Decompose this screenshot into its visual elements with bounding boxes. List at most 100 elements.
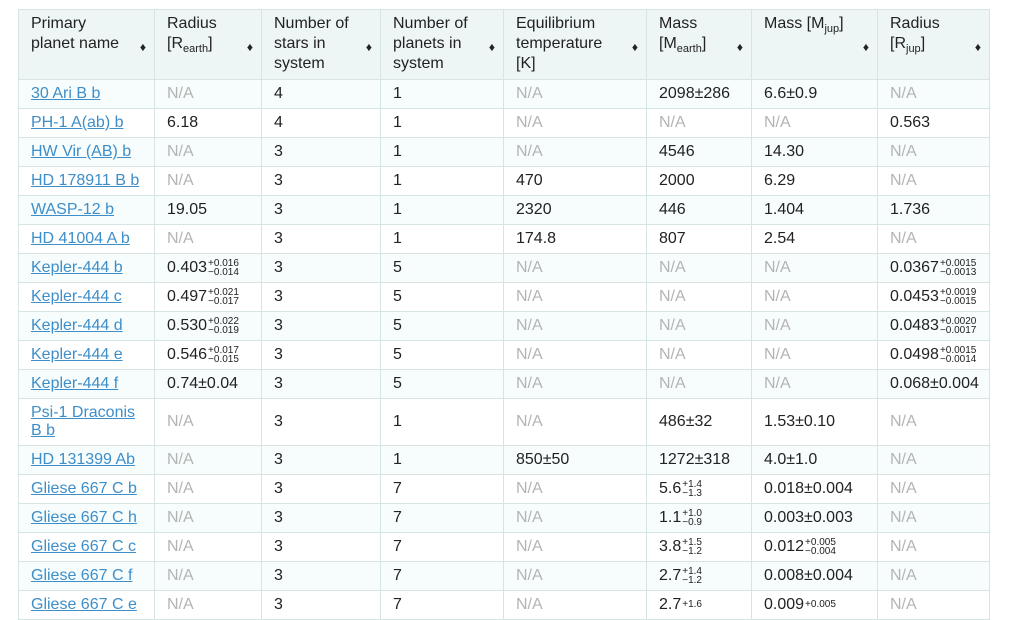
cell-value: N/A: [167, 509, 194, 526]
cell-stars: 3: [261, 282, 381, 312]
column-header-planets[interactable]: Number of planets in system ♦: [380, 9, 504, 80]
sort-icon[interactable]: ♦: [366, 37, 372, 57]
cell-value: N/A: [167, 413, 194, 430]
error-bars: +0.0020 −0.0017: [940, 316, 976, 335]
planet-name-link[interactable]: HD 131399 Ab: [31, 451, 135, 468]
planet-name-link[interactable]: HD 178911 B b: [31, 172, 139, 189]
cell-mass-jup: 0.003±0.003: [751, 503, 878, 533]
sort-icon[interactable]: ♦: [737, 37, 743, 57]
planet-name-link[interactable]: Kepler-444 c: [31, 288, 122, 305]
planet-name-link[interactable]: HD 41004 A b: [31, 230, 130, 247]
cell-value: N/A: [890, 230, 917, 247]
planet-name-link[interactable]: Gliese 667 C c: [31, 538, 136, 555]
planet-name-link[interactable]: PH-1 A(ab) b: [31, 114, 123, 131]
error-bars: +1.4 −1.3: [682, 479, 702, 498]
cell-mass-jup: 2.54: [751, 224, 878, 254]
cell-radius-jup: 0.068±0.004: [877, 369, 990, 399]
planet-name-link[interactable]: Gliese 667 C h: [31, 509, 137, 526]
cell-mass-earth: 1272±318: [646, 445, 752, 475]
cell-mass-jup: 0.009 +0.005: [751, 590, 878, 620]
cell-value: N/A: [167, 538, 194, 555]
error-upper: +0.005: [805, 599, 836, 611]
cell-radius-earth: N/A: [154, 79, 262, 109]
cell-value: N/A: [890, 480, 917, 497]
sort-icon[interactable]: ♦: [140, 37, 146, 57]
error-bars: +0.021 −0.017: [208, 287, 239, 306]
cell-value: N/A: [516, 413, 543, 430]
sort-icon[interactable]: ♦: [632, 37, 638, 57]
value-number: 5.6: [659, 480, 682, 498]
column-header-radius-earth[interactable]: Radius [Rearth] ♦: [154, 9, 262, 80]
cell-radius-earth: N/A: [154, 474, 262, 504]
column-header-stars[interactable]: Number of stars in system ♦: [261, 9, 381, 80]
cell-mass-earth: 486±32: [646, 398, 752, 446]
error-lower: −0.0013: [939, 266, 977, 278]
cell-value: N/A: [516, 288, 543, 305]
sort-icon[interactable]: ♦: [975, 37, 981, 57]
cell-radius-earth: N/A: [154, 503, 262, 533]
cell-value: N/A: [659, 375, 686, 392]
cell-value: N/A: [167, 451, 194, 468]
column-header-name[interactable]: Primary planet name ♦: [18, 9, 155, 80]
cell-value: 807: [659, 230, 686, 247]
column-label-bracket: ]: [208, 35, 213, 52]
cell-value: 3: [274, 451, 283, 468]
cell-radius-jup: 1.736: [877, 195, 990, 225]
cell-radius-jup: 0.0453 +0.0019 −0.0015: [877, 282, 990, 312]
asymmetric-value: 0.009 +0.005: [764, 596, 836, 614]
cell-name: HD 41004 A b: [18, 224, 155, 254]
planet-name-link[interactable]: Kepler-444 d: [31, 317, 123, 334]
cell-radius-earth: N/A: [154, 532, 262, 562]
cell-value: N/A: [659, 114, 686, 131]
planet-name-link[interactable]: Kepler-444 e: [31, 346, 123, 363]
column-header-mass-earth[interactable]: Mass [Mearth] ♦: [646, 9, 752, 80]
cell-stars: 4: [261, 79, 381, 109]
planet-name-link[interactable]: Psi-1 Draconis B b: [31, 404, 135, 439]
planet-name-link[interactable]: Gliese 667 C b: [31, 480, 137, 497]
cell-value: N/A: [764, 317, 791, 334]
column-header-label: Mass [Mearth]: [659, 14, 743, 59]
cell-value: N/A: [659, 259, 686, 276]
planet-name-link[interactable]: WASP-12 b: [31, 201, 114, 218]
planet-name-link[interactable]: Gliese 667 C f: [31, 567, 132, 584]
planet-name-link[interactable]: Kepler-444 b: [31, 259, 123, 276]
cell-mass-earth: 2098±286: [646, 79, 752, 109]
cell-value: 1: [393, 201, 402, 218]
table-row: HD 131399 Ab N/A 3 1 850±50 1272±318 4.0±1.0 N/…: [18, 445, 990, 475]
column-header-mass-jup[interactable]: Mass [Mjup] ♦: [751, 9, 878, 80]
sort-icon[interactable]: ♦: [247, 37, 253, 57]
error-bars: +1.6: [682, 600, 702, 610]
cell-value: 3: [274, 288, 283, 305]
column-header-teq[interactable]: Equilibrium temperature [K] ♦: [503, 9, 647, 80]
asymmetric-value: 0.497 +0.021 −0.017: [167, 287, 239, 306]
cell-teq: N/A: [503, 474, 647, 504]
table-row: Psi-1 Draconis B b N/A 3 1 N/A 486±32 1.53±0.1…: [18, 398, 990, 446]
cell-radius-earth: N/A: [154, 224, 262, 254]
planet-name-link[interactable]: Kepler-444 f: [31, 375, 118, 392]
cell-value: N/A: [890, 509, 917, 526]
cell-name: Kepler-444 d: [18, 311, 155, 341]
planet-name-link[interactable]: 30 Ari B b: [31, 85, 100, 102]
planet-name-link[interactable]: Gliese 667 C e: [31, 596, 137, 613]
cell-planets: 1: [380, 137, 504, 167]
column-label-text: Number of planets in system: [393, 15, 468, 72]
cell-value: 3: [274, 413, 283, 430]
cell-radius-jup: N/A: [877, 224, 990, 254]
sort-icon[interactable]: ♦: [863, 37, 869, 57]
cell-stars: 3: [261, 224, 381, 254]
cell-value: 3: [274, 375, 283, 392]
cell-planets: 5: [380, 311, 504, 341]
planet-name-link[interactable]: HW Vir (AB) b: [31, 143, 131, 160]
error-bars: +0.005: [805, 599, 836, 611]
cell-value: N/A: [890, 538, 917, 555]
table-row: Gliese 667 C b N/A 3 7 N/A 5.6 +1.4 −1.3 0.018±0…: [18, 474, 990, 504]
cell-value: 1: [393, 413, 402, 430]
sort-icon[interactable]: ♦: [489, 37, 495, 57]
cell-value: 4.0±1.0: [764, 451, 818, 468]
cell-value: 6.29: [764, 172, 796, 189]
table-row: Gliese 667 C h N/A 3 7 N/A 1.1 +1.0 −0.9 0.003±0…: [18, 503, 990, 533]
cell-value: 0.74±0.04: [167, 375, 239, 392]
cell-radius-jup: N/A: [877, 166, 990, 196]
cell-value: 1: [393, 451, 402, 468]
column-header-radius-jup[interactable]: Radius [Rjup] ♦: [877, 9, 990, 80]
